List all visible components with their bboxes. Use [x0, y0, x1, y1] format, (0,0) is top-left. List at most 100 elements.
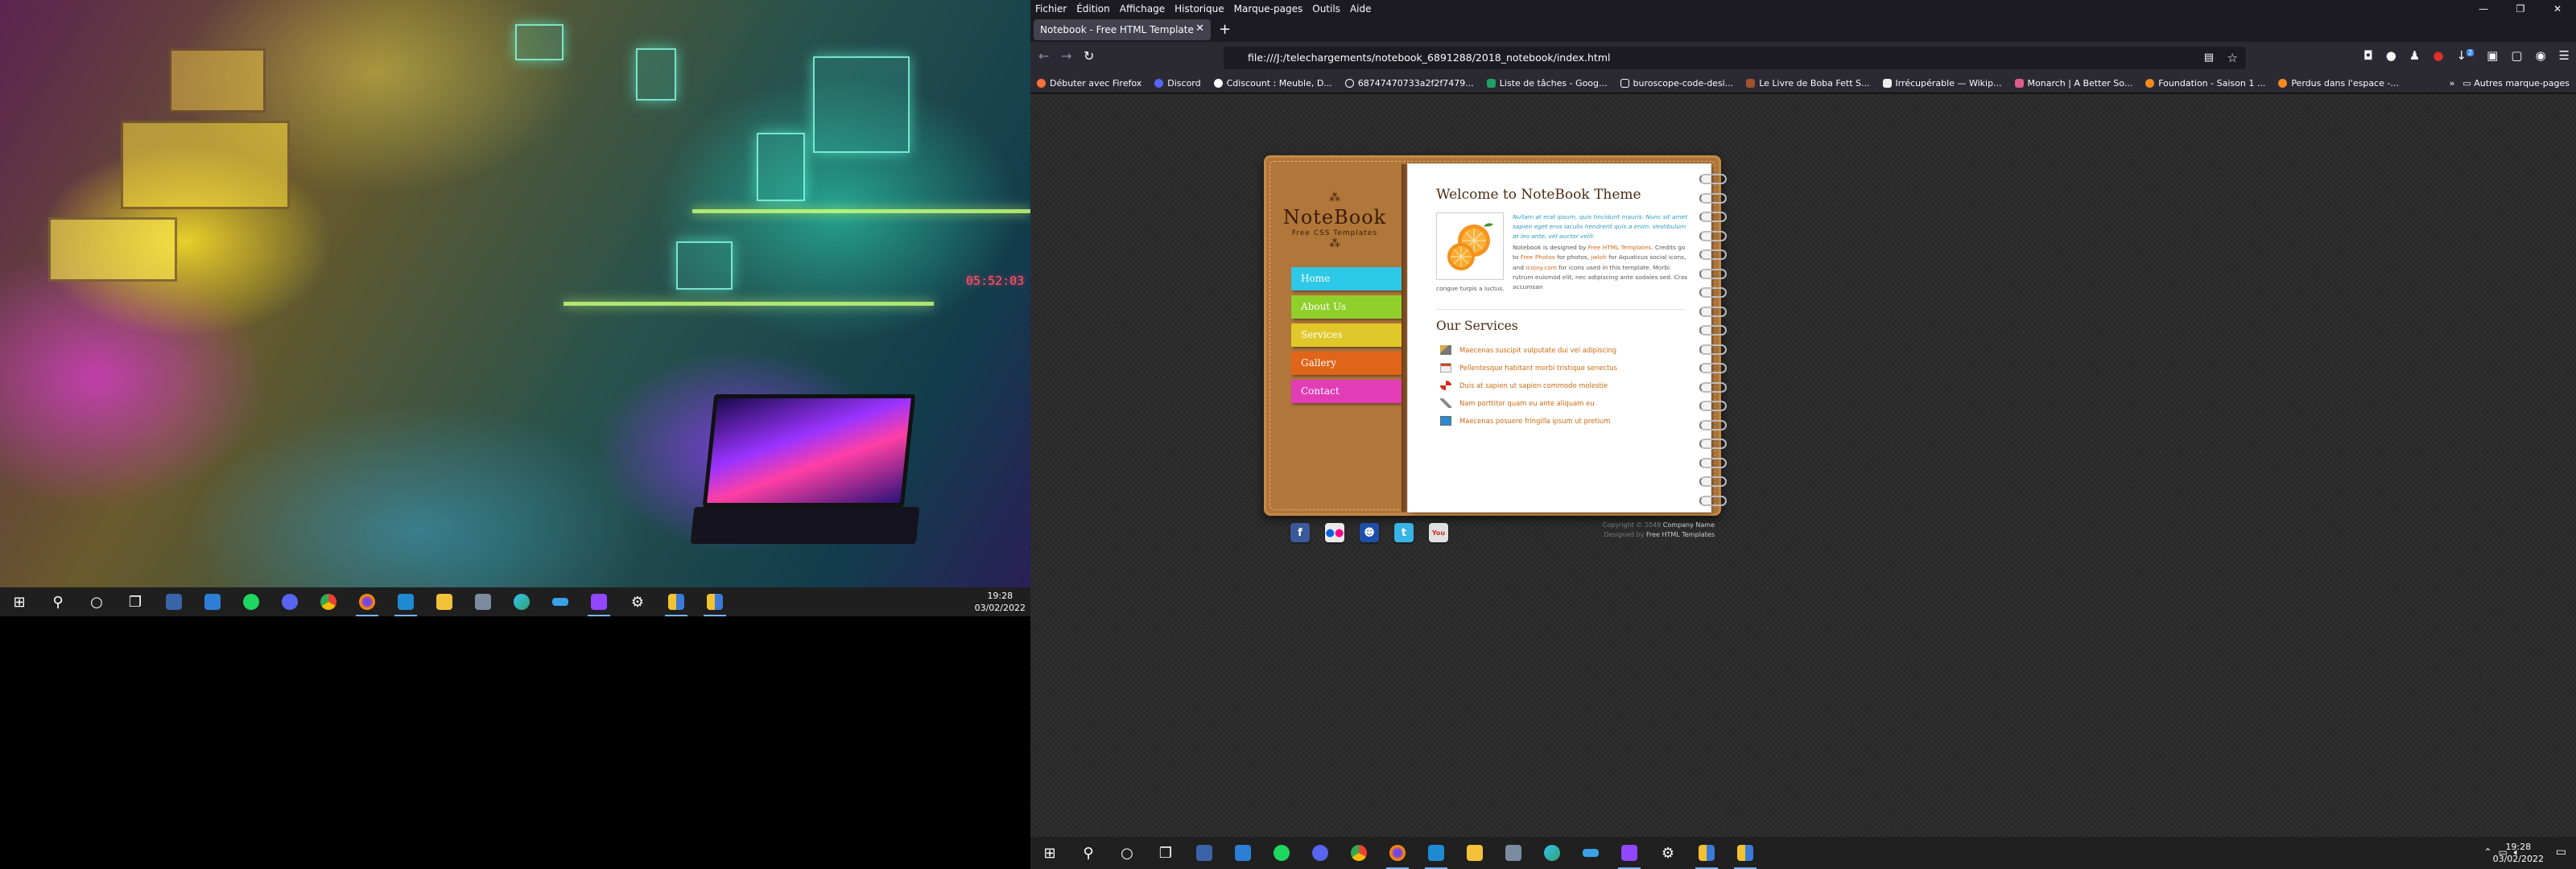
bookmark-item[interactable]: Cdiscount : Meuble, D... — [1213, 78, 1332, 89]
folder-app-icon[interactable] — [657, 587, 696, 616]
nav-services[interactable]: Services — [1291, 323, 1404, 347]
bookmark-item[interactable]: Liste de tâches - Goog... — [1486, 78, 1608, 89]
cortana-icon[interactable]: ○ — [1108, 837, 1146, 869]
account-icon[interactable]: ◉ — [2535, 48, 2545, 63]
flickr-icon[interactable]: ● ● — [1325, 523, 1344, 542]
footer-designer-link[interactable]: Free HTML Templates — [1646, 531, 1715, 538]
twitch-icon[interactable] — [1610, 837, 1649, 869]
monitor-app-icon[interactable] — [1571, 837, 1610, 869]
menu-bookmarks[interactable]: Marque-pages — [1234, 3, 1303, 14]
menu-file[interactable]: Fichier — [1035, 3, 1067, 14]
vscode-icon[interactable] — [386, 587, 425, 616]
search-icon[interactable]: ⚲ — [39, 587, 77, 616]
settings-icon[interactable]: ⚙ — [1649, 837, 1687, 869]
spotify-icon[interactable] — [232, 587, 270, 616]
link-icojoy[interactable]: icojoy.com — [1525, 264, 1557, 271]
tray-overflow-icon[interactable]: ⌃ — [2483, 846, 2491, 859]
camera-icon[interactable] — [1494, 837, 1533, 869]
facebook-icon[interactable]: f — [1290, 523, 1310, 542]
new-tab-icon[interactable]: + — [1219, 19, 1231, 40]
nav-about-us[interactable]: About Us — [1291, 295, 1404, 319]
left-tray-clock[interactable]: 19:28 03/02/2022 — [975, 590, 1026, 614]
link-free-html-templates[interactable]: Free HTML Templates — [1588, 244, 1652, 251]
back-icon[interactable]: ← — [1038, 48, 1049, 64]
minimize-icon[interactable]: — — [2465, 0, 2502, 18]
discord-icon[interactable] — [1301, 837, 1340, 869]
chrome-icon[interactable] — [1340, 837, 1378, 869]
site-logo[interactable]: ⁂ NoteBook Free CSS Templates ⁂ — [1266, 192, 1403, 250]
other-bookmarks[interactable]: ▭ Autres marque-pages — [2462, 74, 2570, 93]
calculator-icon[interactable] — [1185, 837, 1224, 869]
firefox-icon[interactable] — [1378, 837, 1417, 869]
bookmark-star-icon[interactable]: ☆ — [2227, 47, 2238, 69]
paint-icon[interactable] — [1224, 837, 1262, 869]
bookmark-item[interactable]: Foundation - Saison 1 ... — [2145, 78, 2265, 89]
service-item[interactable]: Duis at sapien ut sapien commodo molesti… — [1440, 377, 1682, 394]
discord-icon[interactable] — [270, 587, 309, 616]
bookmark-item[interactable]: Monarch | A Better So... — [2014, 78, 2132, 89]
task-view-icon[interactable]: ❐ — [1146, 837, 1185, 869]
right-tray-clock[interactable]: 19:28 03/02/2022 — [2493, 841, 2544, 865]
service-item[interactable]: Maecenas suscipit vulputate dui vel adip… — [1440, 341, 1682, 359]
forward-icon[interactable]: → — [1061, 48, 1071, 64]
firefox-icon[interactable] — [348, 587, 386, 616]
ublock-icon[interactable]: ● — [2433, 48, 2443, 63]
nav-home[interactable]: Home — [1291, 267, 1404, 290]
bookmark-item[interactable]: Débuter avec Firefox — [1037, 78, 1141, 89]
cortana-icon[interactable]: ○ — [77, 587, 116, 616]
calculator-icon[interactable] — [155, 587, 193, 616]
reload-icon[interactable]: ↻ — [1084, 48, 1094, 64]
bookmark-item[interactable]: buroscope-code-desi... — [1620, 78, 1733, 89]
windows-start-icon[interactable]: ⊞ — [0, 587, 39, 616]
menu-view[interactable]: Affichage — [1120, 3, 1165, 14]
folder-app-2-icon[interactable] — [1726, 837, 1765, 869]
notifications-icon[interactable]: ▭ — [2556, 846, 2566, 859]
service-item[interactable]: Nam porttitor quam eu ante aliquam eu — [1440, 394, 1682, 412]
vscode-icon[interactable] — [1417, 837, 1455, 869]
bookmark-item[interactable]: Le Livre de Boba Fett S... — [1746, 78, 1870, 89]
profile-icon[interactable]: ♟ — [2409, 48, 2420, 63]
reader-view-icon[interactable]: ▤ — [2204, 47, 2214, 69]
bookmark-item[interactable]: Discord — [1154, 78, 1201, 89]
file-explorer-icon[interactable] — [425, 587, 464, 616]
folder-app-icon[interactable] — [1687, 837, 1726, 869]
twitch-icon[interactable] — [580, 587, 618, 616]
search-icon[interactable]: ⚲ — [1069, 837, 1108, 869]
file-explorer-icon[interactable] — [1455, 837, 1494, 869]
youtube-icon[interactable]: You — [1429, 523, 1448, 542]
link-free-photos[interactable]: Free Photos — [1521, 253, 1555, 261]
downloads-icon[interactable]: ↓ 2 — [2456, 48, 2475, 63]
container-icon[interactable]: ▢ — [2511, 48, 2522, 63]
myspace-icon[interactable]: ☻ — [1360, 523, 1379, 542]
footer-company-link[interactable]: Company Name — [1663, 521, 1715, 529]
spotify-icon[interactable] — [1262, 837, 1301, 869]
task-view-icon[interactable]: ❐ — [116, 587, 155, 616]
monitor-app-icon[interactable] — [541, 587, 580, 616]
folder-app-2-icon[interactable] — [696, 587, 734, 616]
close-tab-icon[interactable]: ✕ — [1195, 23, 1204, 35]
service-item[interactable]: Pellentesque habitant morbi tristique se… — [1440, 359, 1682, 377]
menu-hamburger-icon[interactable]: ☰ — [2559, 48, 2570, 63]
url-bar[interactable]: file:///J:/telechargements/notebook_6891… — [1224, 47, 2246, 69]
menu-history[interactable]: Historique — [1174, 3, 1224, 14]
settings-icon[interactable]: ⚙ — [618, 587, 657, 616]
extension-icon[interactable]: ▣ — [2487, 48, 2498, 63]
pocket-icon[interactable]: ◘ — [2363, 48, 2373, 63]
menu-help[interactable]: Aide — [1350, 3, 1372, 14]
nav-gallery[interactable]: Gallery — [1291, 352, 1404, 375]
bookmarks-overflow-icon[interactable]: » — [2450, 74, 2455, 93]
edge-icon[interactable] — [1533, 837, 1571, 869]
account-g-icon[interactable]: ● — [2386, 48, 2396, 63]
camera-icon[interactable] — [464, 587, 502, 616]
maximize-icon[interactable]: ❐ — [2502, 0, 2539, 18]
twitter-icon[interactable]: t — [1394, 523, 1414, 542]
link-jwloh[interactable]: jwloh — [1591, 253, 1606, 261]
bookmark-item[interactable]: Perdus dans l'espace -... — [2278, 78, 2399, 89]
bookmark-item[interactable]: 68747470733a2f2f7479... — [1344, 78, 1474, 89]
paint-icon[interactable] — [193, 587, 232, 616]
close-window-icon[interactable]: ✕ — [2539, 0, 2576, 18]
service-item[interactable]: Maecenas posuere fringilla ipsum ut pret… — [1440, 412, 1682, 430]
windows-start-icon[interactable]: ⊞ — [1030, 837, 1069, 869]
nav-contact[interactable]: Contact — [1291, 380, 1404, 403]
menu-tools[interactable]: Outils — [1312, 3, 1340, 14]
